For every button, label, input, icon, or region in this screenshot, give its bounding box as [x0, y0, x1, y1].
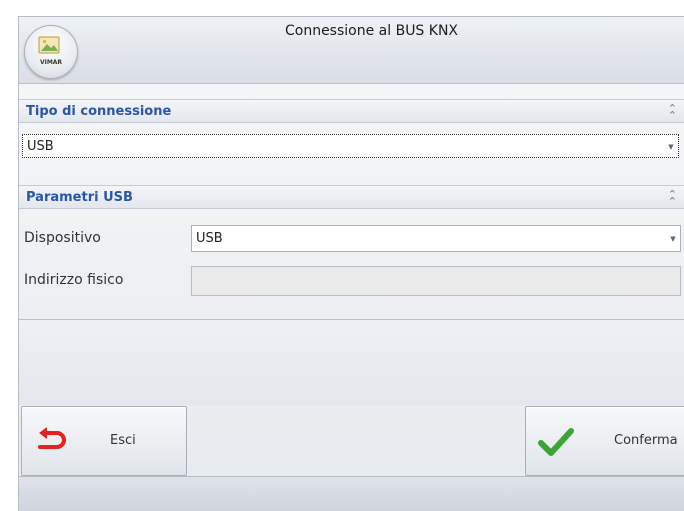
confirm-label: Conferma — [614, 433, 678, 448]
physical-address-label: Indirizzo fisico — [24, 272, 124, 288]
section-header-usb-params[interactable]: Parametri USB ⌃ ⌃ — [19, 185, 684, 209]
section-title: Tipo di connessione — [26, 104, 172, 119]
empty-panel — [19, 319, 684, 405]
checkmark-icon — [538, 428, 574, 456]
connection-type-value: USB — [27, 139, 54, 154]
logo-brand-text: VIMAR — [39, 59, 63, 66]
window-title: Connessione al BUS KNX — [284, 23, 459, 39]
device-select[interactable]: USB ▼ — [191, 225, 681, 252]
double-chevron-up-icon[interactable]: ⌃ ⌃ — [668, 189, 677, 207]
device-label: Dispositivo — [24, 230, 101, 246]
chevron-down-icon[interactable]: ▼ — [666, 226, 680, 251]
confirm-button[interactable]: Conferma — [525, 406, 684, 476]
section-header-connection-type[interactable]: Tipo di connessione ⌃ ⌃ — [19, 99, 684, 123]
title-bar: VIMAR Connessione al BUS KNX — [19, 17, 684, 84]
physical-address-field[interactable] — [191, 266, 681, 296]
connection-type-select[interactable]: USB ▼ — [22, 134, 679, 158]
exit-label: Esci — [110, 433, 136, 448]
knx-connection-dialog: VIMAR Connessione al BUS KNX Tipo di con… — [18, 16, 684, 511]
section-title: Parametri USB — [26, 190, 133, 205]
undo-arrow-icon — [38, 427, 66, 449]
double-chevron-up-icon[interactable]: ⌃ ⌃ — [668, 103, 677, 121]
device-value: USB — [196, 231, 223, 246]
chevron-down-icon[interactable]: ▼ — [664, 135, 678, 157]
exit-button[interactable]: Esci — [21, 406, 187, 476]
status-bar — [19, 476, 684, 511]
